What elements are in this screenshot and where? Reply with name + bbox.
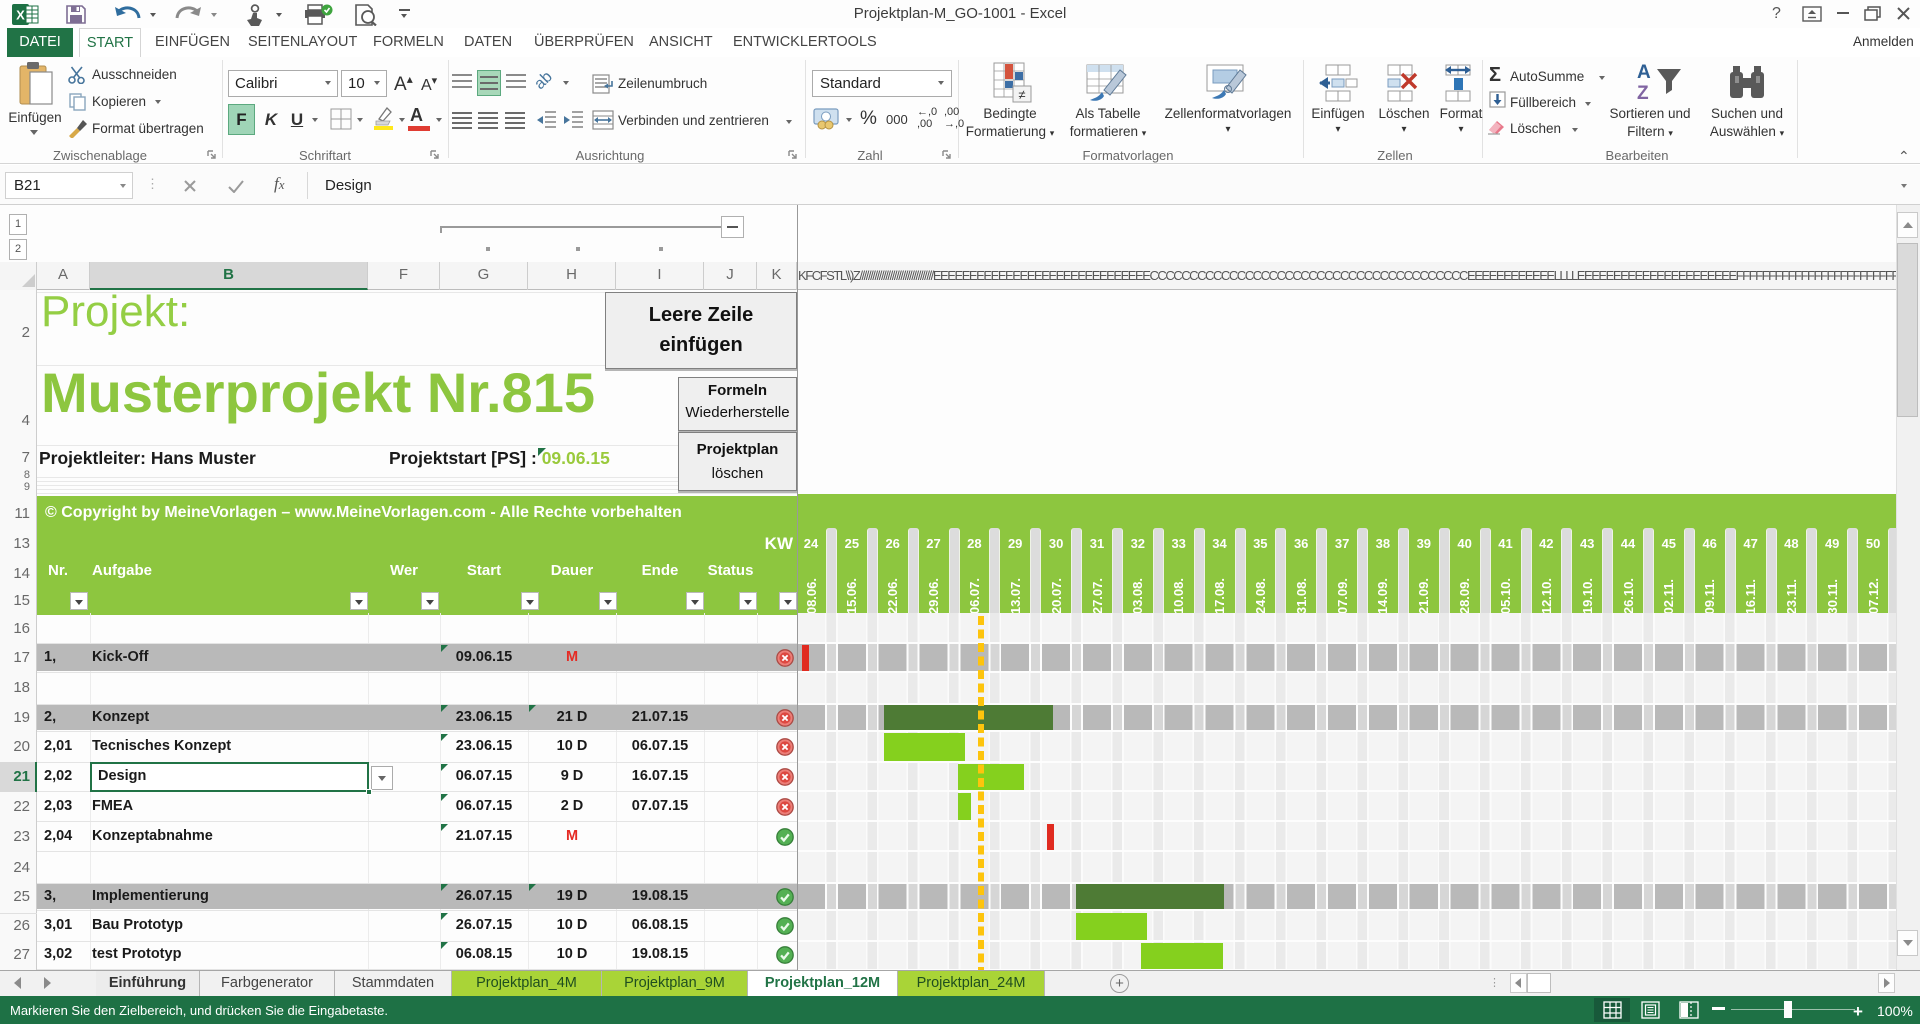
svg-text:≠: ≠ [1018, 87, 1025, 102]
